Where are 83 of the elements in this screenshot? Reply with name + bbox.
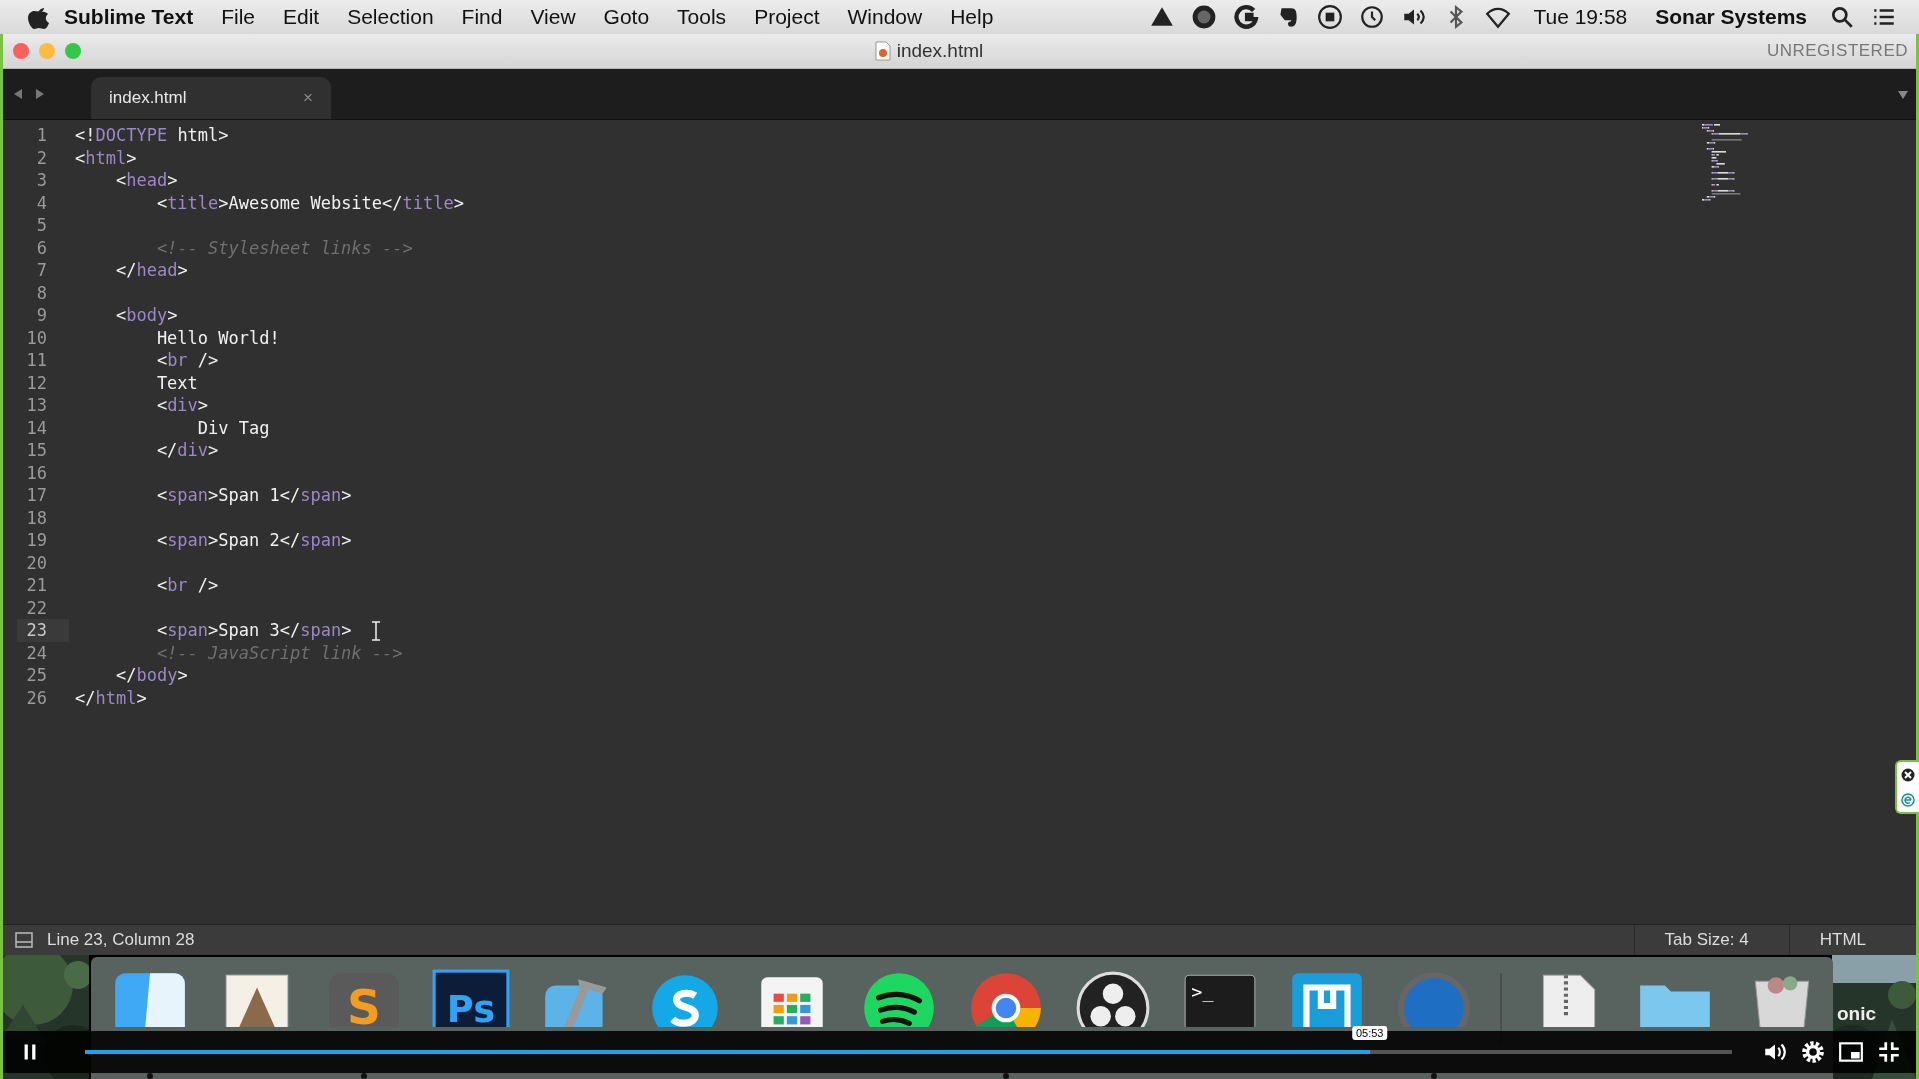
line-number: 20 bbox=[25, 551, 48, 574]
menu-item[interactable]: Help bbox=[936, 5, 1008, 29]
time-tooltip: 05:53 bbox=[1351, 1026, 1388, 1040]
clock-icon[interactable] bbox=[1359, 4, 1386, 30]
line-number: 12 bbox=[25, 371, 48, 394]
code-line: </div> bbox=[155, 439, 219, 462]
code-line: <span>Span 2</span> bbox=[155, 529, 352, 552]
menu-item[interactable]: Tools bbox=[663, 5, 741, 29]
close-icon[interactable] bbox=[1901, 767, 1915, 782]
line-number: 8 bbox=[35, 281, 48, 304]
line-number: 1 bbox=[35, 124, 48, 147]
code-line: <title>Awesome Website</title> bbox=[155, 191, 464, 214]
line-number: 11 bbox=[25, 349, 48, 372]
line-number: 26 bbox=[25, 686, 48, 709]
code-line: Div Tag bbox=[196, 416, 270, 439]
desktop-label: onic bbox=[1836, 1003, 1876, 1025]
line-number: 2 bbox=[35, 146, 48, 169]
cursor-position: Line 23, Column 28 bbox=[46, 930, 196, 950]
menu-item[interactable]: Goto bbox=[589, 5, 664, 29]
menu-clock[interactable]: Tue 19:58 bbox=[1519, 5, 1642, 29]
user-name[interactable]: Sonar Systems bbox=[1641, 5, 1821, 29]
stop-icon[interactable] bbox=[1317, 4, 1344, 30]
code-line: </html> bbox=[75, 686, 147, 709]
line-number: 18 bbox=[25, 506, 48, 529]
line-number: 5 bbox=[35, 214, 48, 237]
panel-icon[interactable] bbox=[15, 932, 33, 948]
registration-label: UNREGISTERED bbox=[1766, 41, 1908, 61]
line-number: 19 bbox=[25, 529, 48, 552]
line-number: 17 bbox=[25, 484, 48, 507]
settings-icon[interactable] bbox=[1800, 1039, 1826, 1065]
circle-icon[interactable] bbox=[1191, 4, 1218, 30]
code-line: <!-- JavaScript link --> bbox=[155, 641, 403, 664]
line-number: 9 bbox=[35, 304, 48, 327]
line-number: 23 bbox=[17, 619, 69, 642]
code-line: <head> bbox=[114, 169, 178, 192]
line-number: 13 bbox=[25, 394, 48, 417]
code-line: </head> bbox=[114, 259, 188, 282]
code-line: <div> bbox=[155, 394, 209, 417]
line-number: 21 bbox=[25, 574, 48, 597]
line-number: 22 bbox=[25, 596, 48, 619]
line-number: 16 bbox=[25, 461, 48, 484]
code-line: <body> bbox=[114, 304, 178, 327]
tab-size-selector[interactable]: Tab Size: 4 bbox=[1633, 925, 1789, 955]
code-line: <span>Span 3</span> bbox=[75, 619, 382, 642]
menu-item[interactable]: Find bbox=[447, 5, 517, 29]
letter-e-icon[interactable] bbox=[1901, 792, 1915, 807]
code-line: </body> bbox=[114, 664, 188, 687]
code-line: Hello World! bbox=[155, 326, 280, 349]
line-number: 10 bbox=[25, 326, 48, 349]
line-number: 14 bbox=[25, 416, 48, 439]
line-number: 4 bbox=[35, 191, 48, 214]
tab-close[interactable]: × bbox=[303, 88, 313, 108]
file-icon bbox=[874, 41, 891, 61]
code-line: <span>Span 1</span> bbox=[155, 484, 352, 507]
g-logo-icon[interactable] bbox=[1233, 4, 1260, 30]
line-number: 25 bbox=[25, 664, 48, 687]
letter-tile-icon[interactable]: Ps bbox=[430, 967, 512, 1027]
picture-in-picture-icon[interactable] bbox=[1838, 1039, 1864, 1065]
line-number: 6 bbox=[35, 236, 48, 259]
code-line: <!-- Stylesheet links --> bbox=[155, 236, 413, 259]
code-line: <br /> bbox=[155, 349, 219, 372]
code-line: Text bbox=[155, 371, 198, 394]
menu-item[interactable]: Selection bbox=[333, 5, 448, 29]
menu-item[interactable]: Window bbox=[833, 5, 937, 29]
menu-item[interactable]: File bbox=[207, 5, 269, 29]
line-number: 15 bbox=[25, 439, 48, 462]
menu-item[interactable]: Edit bbox=[269, 5, 334, 29]
tab-label: index.html bbox=[109, 88, 187, 108]
code-line: <html> bbox=[75, 146, 137, 169]
text-cursor-icon bbox=[371, 621, 382, 641]
menu-item[interactable]: View bbox=[516, 5, 590, 29]
line-number: 3 bbox=[35, 169, 48, 192]
window-title: index.html bbox=[896, 40, 984, 62]
menu-item[interactable]: Project bbox=[740, 5, 834, 29]
apple-logo-icon[interactable] bbox=[28, 5, 50, 29]
app-menu[interactable]: Sublime Text bbox=[50, 5, 208, 29]
search-icon[interactable] bbox=[1829, 4, 1855, 30]
editor-tab[interactable]: index.html × bbox=[91, 77, 331, 119]
line-number: 24 bbox=[25, 641, 48, 664]
code-line: <br /> bbox=[155, 574, 219, 597]
line-number: 7 bbox=[35, 259, 48, 282]
code-line: <!DOCTYPE html> bbox=[75, 124, 229, 147]
exit-fullscreen-icon[interactable] bbox=[1876, 1039, 1902, 1065]
